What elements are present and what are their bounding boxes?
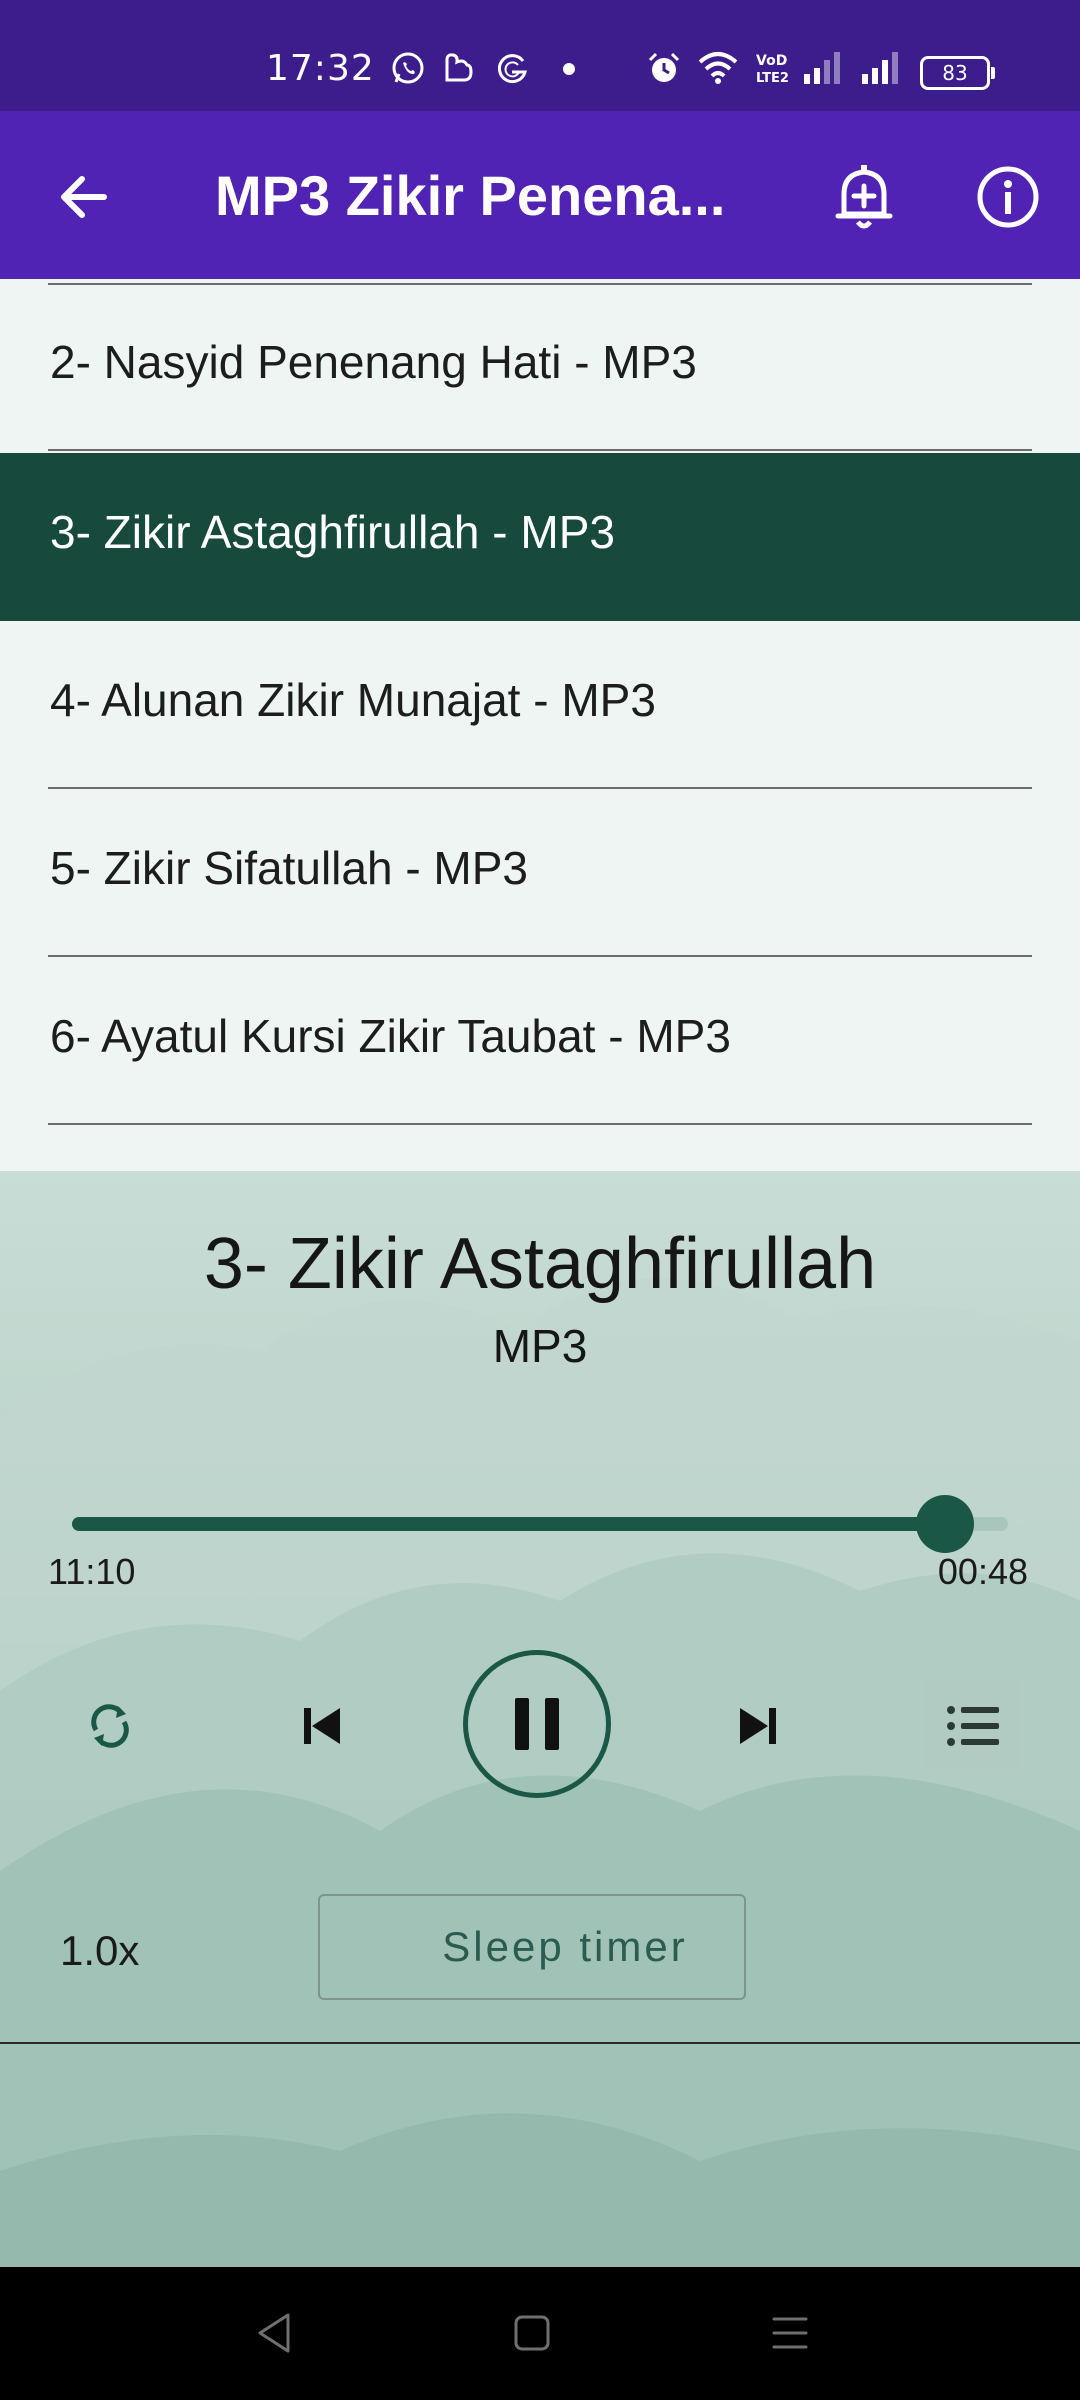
- moon-icon: [388, 1925, 411, 1969]
- playlist-icon: [947, 1706, 999, 1746]
- elapsed-time: 11:10: [48, 1551, 136, 1592]
- info-button[interactable]: [966, 155, 1050, 239]
- arrow-left-icon: [61, 176, 107, 218]
- g-icon: [497, 54, 527, 84]
- info-icon: [977, 166, 1039, 228]
- speed-button[interactable]: 1.0x: [60, 1927, 139, 1975]
- player-divider: [0, 2042, 1080, 2044]
- wifi-icon: [698, 52, 738, 84]
- app-bar: MP3 Zikir Penena...: [0, 111, 1080, 279]
- sleep-timer-button[interactable]: Sleep timer: [318, 1894, 746, 2000]
- signal-icon: [862, 52, 898, 84]
- seek-progress: [72, 1517, 946, 1531]
- battery-icon: 83: [920, 56, 995, 90]
- dot-icon: [563, 63, 575, 75]
- skip-next-icon: [740, 1708, 776, 1744]
- nav-home-icon[interactable]: [512, 2311, 552, 2355]
- list-divider: [48, 449, 1032, 451]
- list-item-active[interactable]: 3- Zikir Astaghfirullah - MP3: [0, 453, 1080, 621]
- cloud-icon: [445, 53, 473, 82]
- repeat-icon: [91, 1704, 129, 1748]
- notification-button[interactable]: [822, 155, 906, 239]
- track-label: 6- Ayatul Kursi Zikir Taubat - MP3: [50, 1010, 731, 1062]
- nav-recents-icon[interactable]: [770, 2311, 810, 2355]
- previous-button[interactable]: [274, 1678, 370, 1774]
- seek-slider[interactable]: [72, 1495, 1008, 1553]
- list-item[interactable]: 6- Ayatul Kursi Zikir Taubat - MP3: [0, 957, 1080, 1125]
- volte-icon: VoD LTE2: [756, 53, 789, 86]
- svg-text:VoD: VoD: [756, 53, 787, 69]
- pause-icon: [515, 1698, 559, 1750]
- next-button[interactable]: [710, 1678, 806, 1774]
- alarm-icon: [648, 52, 680, 82]
- track-label: 5- Zikir Sifatullah - MP3: [50, 842, 529, 894]
- list-item[interactable]: 2- Nasyid Penenang Hati - MP3: [0, 283, 1080, 451]
- sleep-timer-label: Sleep timer: [442, 1923, 688, 1970]
- track-label: 3- Zikir Astaghfirullah - MP3: [50, 506, 615, 558]
- list-item[interactable]: 4- Alunan Zikir Munajat - MP3: [0, 621, 1080, 789]
- bell-plus-icon: [835, 165, 893, 229]
- signal-icon: [804, 52, 840, 84]
- track-list[interactable]: 2- Nasyid Penenang Hati - MP3 3- Zikir A…: [0, 279, 1080, 1171]
- now-playing-subtitle: MP3: [492, 1320, 588, 1372]
- remaining-time: 00:48: [937, 1551, 1028, 1592]
- pause-button[interactable]: [463, 1650, 611, 1798]
- page-title: MP3 Zikir Penena...: [215, 164, 726, 227]
- svg-text:LTE2: LTE2: [756, 71, 789, 86]
- skip-previous-icon: [304, 1708, 340, 1744]
- player-panel: 3- Zikir Astaghfirullah MP3 11:10 00:48: [0, 1171, 1080, 2267]
- seek-thumb[interactable]: [916, 1495, 975, 1553]
- list-divider: [48, 1123, 1032, 1125]
- whatsapp-icon: [392, 52, 424, 84]
- track-label: 4- Alunan Zikir Munajat - MP3: [50, 674, 656, 726]
- playlist-button[interactable]: [925, 1678, 1021, 1774]
- status-time: 17:32: [266, 48, 375, 89]
- navigation-bar: [0, 2267, 1080, 2400]
- list-item[interactable]: 5- Zikir Sifatullah - MP3: [0, 789, 1080, 957]
- track-label: 2- Nasyid Penenang Hati - MP3: [50, 336, 697, 388]
- status-bar: 17:32 VoD LTE2 83: [0, 0, 1080, 111]
- nav-back-icon[interactable]: [254, 2311, 294, 2355]
- repeat-button[interactable]: [62, 1678, 158, 1774]
- now-playing-title: 3- Zikir Astaghfirullah: [203, 1224, 877, 1304]
- back-button[interactable]: [42, 155, 126, 239]
